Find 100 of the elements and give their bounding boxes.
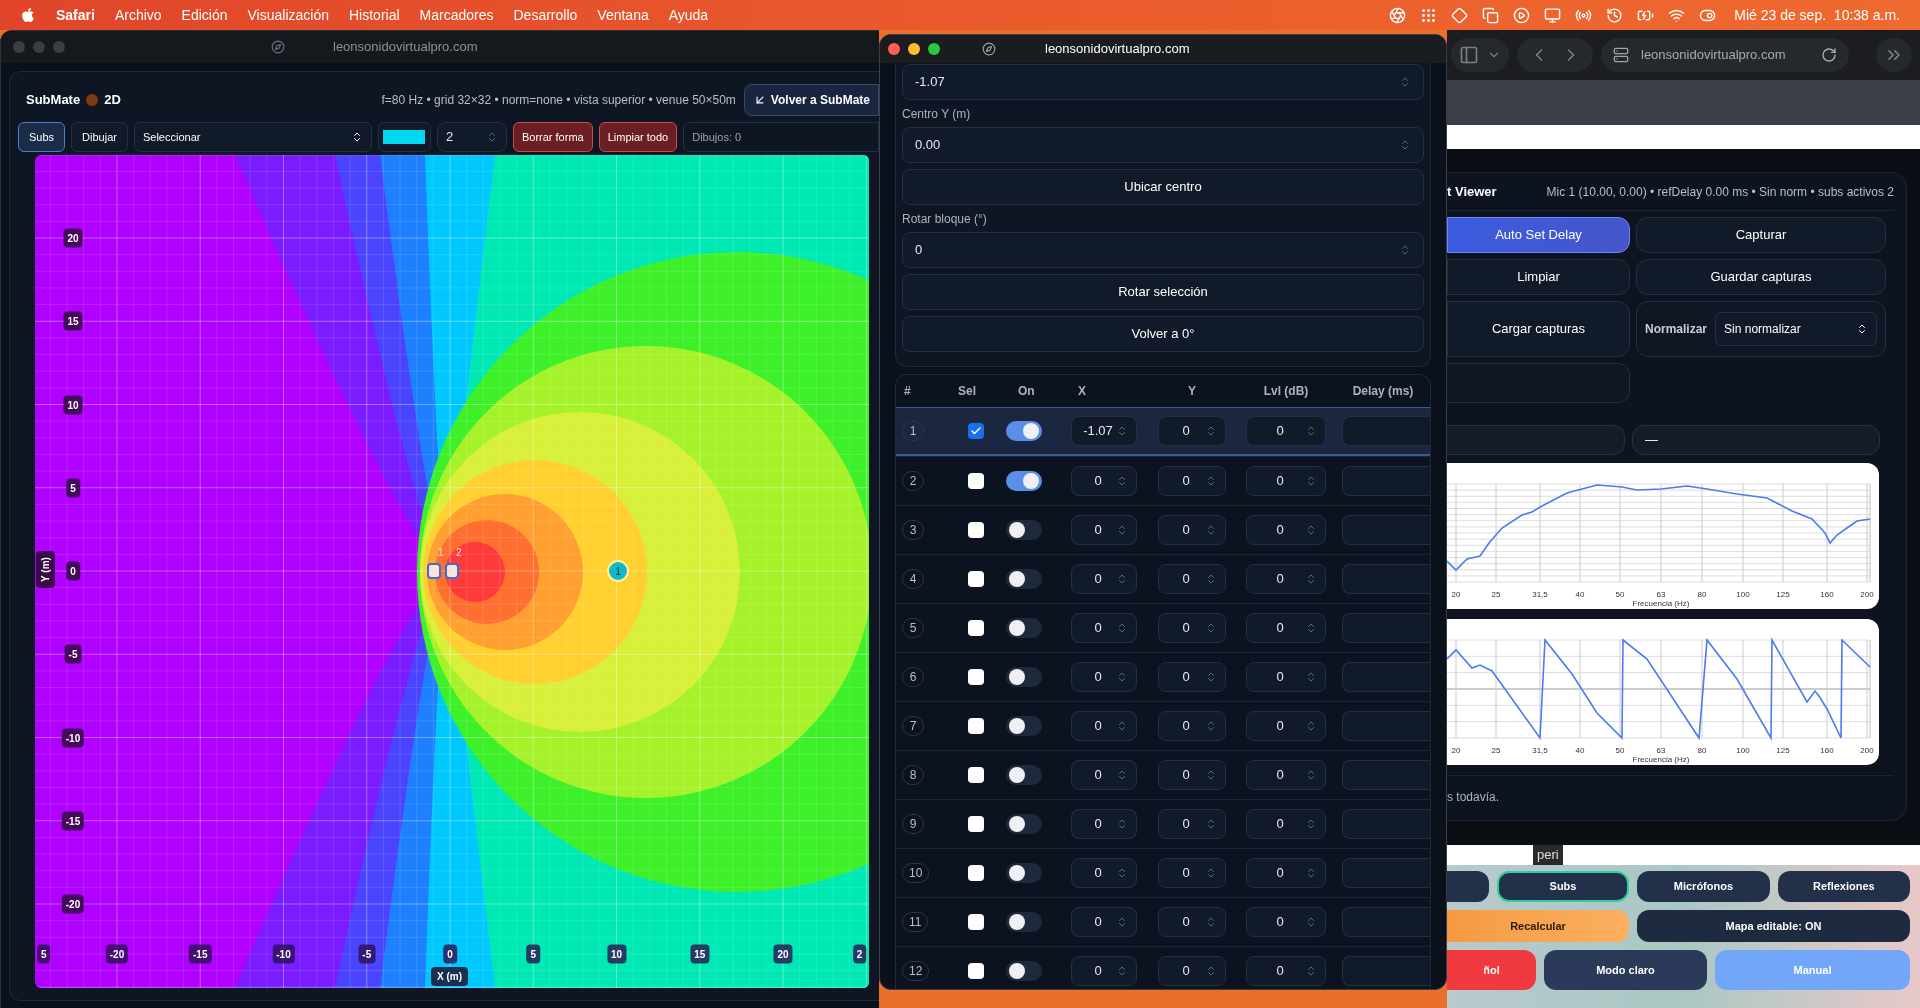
normalize-select[interactable]: Sin normalizar (1715, 312, 1877, 346)
checkbox[interactable] (968, 571, 984, 587)
y-field[interactable]: 0 (1158, 662, 1226, 692)
checkbox[interactable] (968, 816, 984, 832)
stepper-icon[interactable] (1116, 818, 1128, 830)
x-field[interactable]: 0 (1071, 662, 1137, 692)
table-row[interactable]: 6 0 0 0 (896, 652, 1430, 701)
stepper-icon[interactable] (1305, 818, 1317, 830)
stepper-icon[interactable] (1205, 720, 1217, 732)
stepper-icon[interactable] (1116, 769, 1128, 781)
aperture-icon[interactable] (1389, 6, 1407, 24)
color-picker[interactable] (377, 122, 431, 152)
stepper-icon[interactable] (1116, 622, 1128, 634)
x-field[interactable]: -1.07 (1071, 416, 1137, 446)
x-field[interactable]: 0 (1071, 466, 1137, 496)
checkbox[interactable] (968, 865, 984, 881)
table-row[interactable]: 9 0 0 0 (896, 799, 1430, 848)
x-field[interactable]: 0 (1071, 711, 1137, 741)
y-field[interactable]: 0 (1158, 760, 1226, 790)
x-field[interactable]: 0 (1071, 907, 1137, 937)
checkbox[interactable] (968, 963, 984, 979)
rotate-button[interactable]: Rotar selección (902, 274, 1424, 310)
toggle-switch[interactable] (1006, 421, 1042, 441)
menu-item[interactable]: Ventana (597, 4, 649, 26)
stepper-icon[interactable] (1305, 475, 1317, 487)
level-field[interactable]: 0 (1246, 662, 1326, 692)
y-field[interactable]: 0 (1158, 564, 1226, 594)
stepper-icon[interactable] (1305, 573, 1317, 585)
y-field[interactable]: 0 (1158, 416, 1226, 446)
diamond-icon[interactable] (1451, 6, 1469, 24)
nav-button[interactable] (1447, 871, 1489, 902)
subwoofer-marker[interactable] (427, 563, 441, 579)
table-row[interactable]: 8 0 0 0 (896, 750, 1430, 799)
stepper-icon[interactable] (1205, 671, 1217, 683)
toggle-switch[interactable] (1006, 520, 1042, 540)
menu-item[interactable]: Marcadores (419, 4, 494, 26)
menu-item[interactable]: Safari (56, 4, 95, 26)
delay-field[interactable] (1342, 907, 1430, 937)
delay-field[interactable] (1342, 760, 1430, 790)
y-field[interactable]: 0 (1158, 711, 1226, 741)
level-field[interactable]: 0 (1246, 613, 1326, 643)
recalculate-button[interactable]: Recalcular (1447, 910, 1629, 942)
stepper-icon[interactable] (1399, 139, 1411, 151)
checkbox[interactable] (968, 473, 984, 489)
delay-field[interactable] (1342, 515, 1430, 545)
subwoofer-marker[interactable] (445, 563, 459, 579)
y-field[interactable]: 0 (1158, 956, 1226, 986)
stepper-icon[interactable] (1116, 916, 1128, 928)
monitor-icon[interactable] (1544, 6, 1562, 24)
table-row[interactable]: 1 -1.07 0 0 (896, 407, 1430, 456)
x-field[interactable]: 0 (1071, 809, 1137, 839)
table-row[interactable]: 2 0 0 0 (896, 456, 1430, 505)
toggle-switch[interactable] (1006, 863, 1042, 883)
stepper-icon[interactable] (1305, 425, 1317, 437)
toggle-switch[interactable] (1006, 814, 1042, 834)
x-field[interactable]: 0 (1071, 858, 1137, 888)
map-edit-toggle[interactable]: Mapa editable: ON (1637, 910, 1910, 942)
y-field[interactable]: 0 (1158, 613, 1226, 643)
action-button[interactable]: Guardar capturas (1636, 259, 1886, 295)
nav-tab[interactable]: Subs (1496, 871, 1630, 902)
stepper-icon[interactable] (1205, 425, 1217, 437)
toggle-switch[interactable] (1006, 961, 1042, 981)
shape-select[interactable]: Seleccionar (133, 122, 372, 152)
y-field[interactable]: 0 (1158, 515, 1226, 545)
stepper-icon[interactable] (1205, 475, 1217, 487)
stepper-icon[interactable] (1205, 867, 1217, 879)
x-field[interactable]: 0 (1071, 515, 1137, 545)
level-field[interactable]: 0 (1246, 858, 1326, 888)
stepper-icon[interactable] (1116, 720, 1128, 732)
stepper-icon[interactable] (1116, 425, 1128, 437)
menu-item[interactable]: Ayuda (668, 4, 709, 26)
level-field[interactable]: 0 (1246, 907, 1326, 937)
stepper-icon[interactable] (1305, 622, 1317, 634)
apple-icon[interactable] (20, 7, 36, 23)
checkbox[interactable] (968, 718, 984, 734)
toggle-switch[interactable] (1006, 716, 1042, 736)
delay-field[interactable] (1342, 711, 1430, 741)
stepper-icon[interactable] (1305, 524, 1317, 536)
toggle-switch[interactable] (1006, 618, 1042, 638)
stroke-width-field[interactable]: 2 (436, 122, 507, 152)
nav-tab[interactable]: Micrófonos (1637, 871, 1770, 902)
language-button[interactable]: ñol (1447, 950, 1536, 990)
checkbox[interactable] (968, 767, 984, 783)
menu-item[interactable]: Historial (349, 4, 400, 26)
menu-item[interactable]: Desarrollo (513, 4, 578, 26)
level-field[interactable]: 0 (1246, 956, 1326, 986)
mode-tab[interactable]: Dibujar (71, 122, 128, 152)
history-icon[interactable] (1606, 6, 1624, 24)
stepper-icon[interactable] (1205, 622, 1217, 634)
stepper-icon[interactable] (1205, 818, 1217, 830)
back-button[interactable]: Volver a SubMate (743, 84, 879, 116)
reload-icon[interactable] (1821, 47, 1837, 63)
table-row[interactable]: 11 0 0 0 (896, 897, 1430, 946)
action-button[interactable]: Auto Set Delay (1447, 217, 1630, 253)
stepper-icon[interactable] (1205, 524, 1217, 536)
x-field[interactable]: 0 (1071, 760, 1137, 790)
table-row[interactable]: 7 0 0 0 (896, 701, 1430, 750)
stepper-icon[interactable] (1305, 769, 1317, 781)
delay-field[interactable] (1342, 416, 1430, 446)
menu-item[interactable]: Visualización (247, 4, 329, 26)
